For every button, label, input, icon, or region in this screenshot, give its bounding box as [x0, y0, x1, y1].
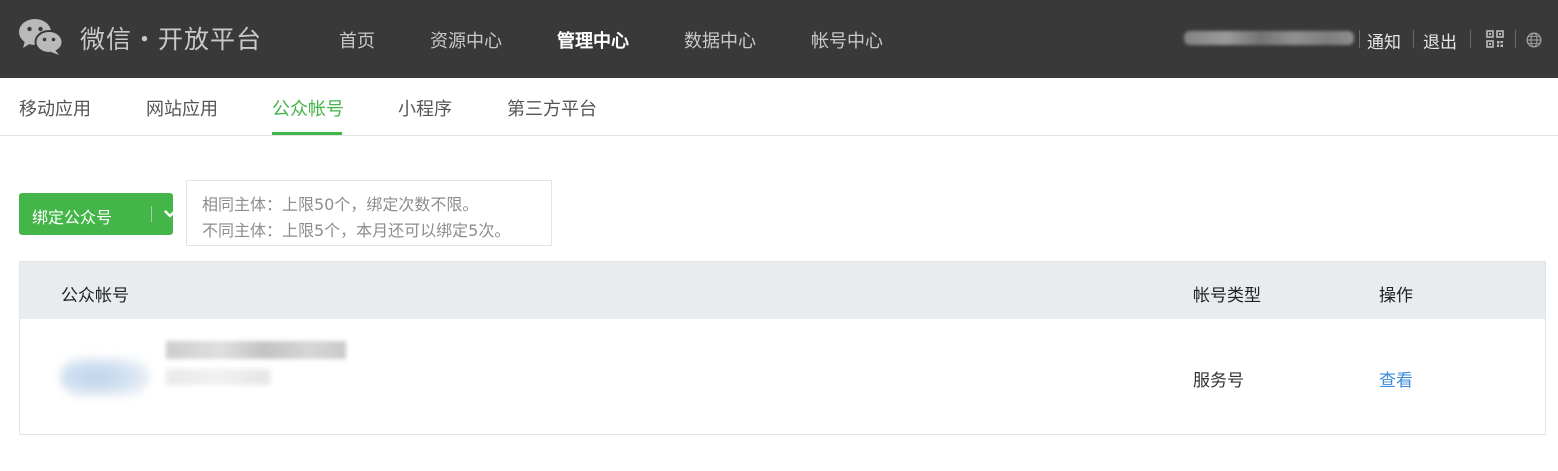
- nav-home[interactable]: 首页: [339, 27, 375, 53]
- divider: [1515, 30, 1516, 48]
- tab-official-accounts[interactable]: 公众帐号: [272, 95, 344, 121]
- chevron-down-icon[interactable]: [163, 208, 177, 220]
- account-id-redacted: [166, 369, 270, 385]
- nav-data[interactable]: 数据中心: [684, 27, 756, 53]
- notify-link[interactable]: 通知: [1367, 28, 1401, 53]
- account-avatar-redacted: [60, 357, 150, 397]
- brand-title[interactable]: 微信・开放平台: [80, 20, 262, 56]
- globe-icon[interactable]: [1526, 32, 1542, 48]
- tab-third-party[interactable]: 第三方平台: [507, 95, 597, 121]
- divider: [1359, 30, 1360, 48]
- view-link[interactable]: 查看: [1379, 366, 1413, 391]
- qrcode-icon[interactable]: [1486, 30, 1504, 48]
- table-header: 公众帐号 帐号类型 操作: [20, 262, 1545, 319]
- tip-different-entity: 不同主体：上限5个，本月还可以绑定5次。: [202, 221, 511, 240]
- tip-same-entity: 相同主体：上限50个，绑定次数不限。: [202, 195, 479, 214]
- column-header-action: 操作: [1379, 286, 1413, 306]
- column-header-type: 帐号类型: [1193, 286, 1261, 306]
- user-name-redacted[interactable]: [1184, 31, 1354, 45]
- accounts-table: 公众帐号 帐号类型 操作 服务号 查看: [19, 261, 1546, 435]
- divider: [1470, 30, 1471, 48]
- nav-resources[interactable]: 资源中心: [430, 27, 502, 53]
- logout-link[interactable]: 退出: [1423, 28, 1457, 53]
- divider: [1413, 30, 1414, 48]
- nav-account[interactable]: 帐号中心: [811, 27, 883, 53]
- active-tab-indicator: [272, 132, 342, 135]
- table-row: 服务号 查看: [20, 319, 1545, 435]
- sub-navigation: 移动应用 网站应用 公众帐号 小程序 第三方平台: [0, 78, 1558, 136]
- column-header-account: 公众帐号: [61, 286, 129, 306]
- bind-button-label: 绑定公众号: [32, 208, 113, 227]
- bind-official-account-button[interactable]: 绑定公众号: [19, 193, 176, 235]
- button-divider: [151, 206, 152, 222]
- binding-limit-tip: 相同主体：上限50个，绑定次数不限。 不同主体：上限5个，本月还可以绑定5次。: [186, 180, 552, 246]
- tab-mini-programs[interactable]: 小程序: [398, 95, 452, 121]
- tab-web-apps[interactable]: 网站应用: [146, 95, 218, 121]
- wechat-logo-icon[interactable]: [18, 17, 64, 57]
- top-header: 微信・开放平台 首页 资源中心 管理中心 数据中心 帐号中心 通知 退出: [0, 0, 1558, 78]
- account-name-redacted: [166, 341, 346, 359]
- nav-management[interactable]: 管理中心: [557, 27, 629, 53]
- tab-mobile-apps[interactable]: 移动应用: [19, 95, 91, 121]
- account-type: 服务号: [1193, 371, 1244, 391]
